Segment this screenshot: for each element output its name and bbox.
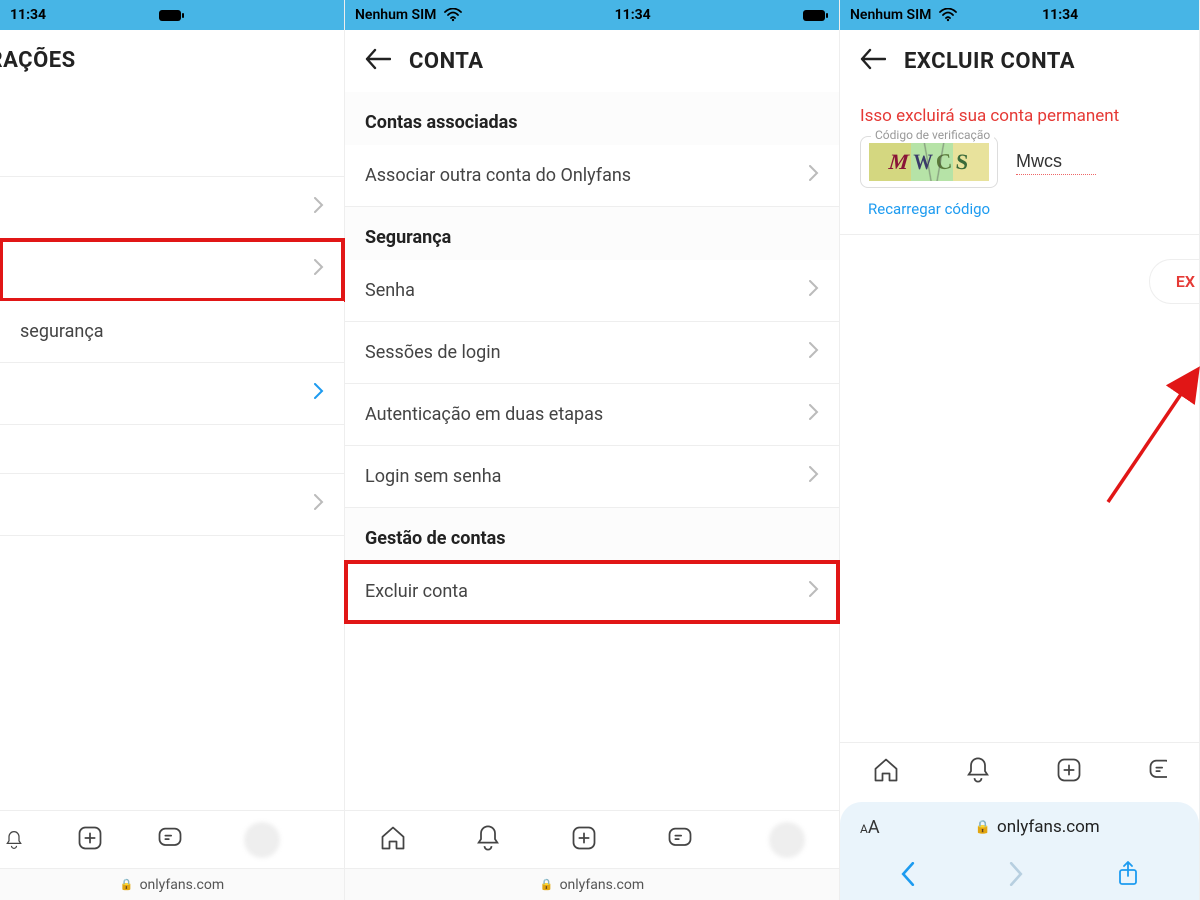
row-delete-account[interactable]: Excluir conta: [345, 561, 839, 623]
browser-back-icon[interactable]: [900, 862, 916, 890]
screenshot-panel-2: Nenhum SIM 11:34 CONTA Contas associadas…: [345, 0, 840, 900]
row-link-other-account[interactable]: Associar outra conta do Onlyfans: [345, 145, 839, 207]
url-text: onlyfans.com: [140, 877, 225, 893]
captcha-letter: C: [935, 148, 954, 176]
chevron-right-icon: [809, 165, 819, 186]
page-header: EXCLUIR CONTA: [840, 30, 1199, 92]
row-password[interactable]: Senha: [345, 260, 839, 322]
list-item-label: Login sem senha: [365, 466, 501, 487]
chevron-right-icon: [809, 466, 819, 487]
plus-square-icon[interactable]: [570, 824, 598, 856]
settings-row-active[interactable]: [0, 363, 344, 425]
home-icon[interactable]: [872, 756, 900, 788]
annotation-arrow-icon: [1100, 360, 1200, 510]
captcha-letter: W: [911, 149, 934, 175]
lock-icon: 🔒: [540, 878, 554, 891]
wifi-icon: [444, 8, 462, 22]
back-arrow-icon[interactable]: [860, 48, 886, 74]
chevron-right-icon: [809, 280, 819, 301]
list-item-label: Associar outra conta do Onlyfans: [365, 165, 631, 186]
list-item-label: Sessões de login: [365, 342, 501, 363]
page-header: CONTA: [345, 30, 839, 92]
captcha-image: M W C S: [869, 143, 989, 181]
bottom-nav: [0, 810, 344, 868]
settings-row-security[interactable]: segurança: [0, 301, 344, 363]
chevron-right-icon: [809, 342, 819, 363]
chevron-right-icon: [314, 197, 324, 218]
browser-url-bar: 🔒 onlyfans.com: [0, 868, 344, 900]
status-time: 11:34: [10, 7, 46, 23]
list-item-label: segurança: [20, 321, 104, 342]
carrier-text: Nenhum SIM: [355, 7, 436, 23]
home-icon[interactable]: [379, 824, 407, 856]
settings-row-profile[interactable]: [0, 91, 344, 177]
safari-url-bar[interactable]: AA 🔒 onlyfans.com: [840, 802, 1199, 852]
text-size-control[interactable]: AA: [860, 817, 880, 838]
screenshot-panel-3: Nenhum SIM 11:34 EXCLUIR CONTA Isso excl…: [840, 0, 1200, 900]
carrier-text: Nenhum SIM: [850, 7, 931, 23]
avatar[interactable]: [244, 822, 280, 858]
bell-icon[interactable]: [964, 756, 992, 788]
back-arrow-icon[interactable]: [365, 48, 391, 74]
status-time: 11:34: [615, 7, 651, 23]
captcha-row: Código de verificação M W C S: [840, 136, 1199, 194]
captcha-input[interactable]: [1016, 149, 1096, 175]
lock-icon: 🔒: [975, 820, 991, 835]
battery-icon: [159, 9, 185, 22]
reload-captcha-link[interactable]: Recarregar código: [840, 194, 1199, 234]
safari-toolbar: [840, 852, 1199, 900]
bell-icon[interactable]: [474, 824, 502, 856]
status-bar: Nenhum SIM 11:34: [345, 0, 839, 30]
captcha-field: Código de verificação M W C S: [860, 136, 998, 188]
screenshot-panel-1: 11:34 GURAÇÕES segurança: [0, 0, 345, 900]
browser-url-bar: 🔒 onlyfans.com: [345, 868, 839, 900]
bottom-nav: [840, 742, 1199, 800]
list-item-label: Autenticação em duas etapas: [365, 404, 603, 425]
chevron-right-icon: [809, 581, 819, 602]
page-header: GURAÇÕES: [0, 30, 344, 91]
section-security: Segurança: [345, 207, 839, 260]
captcha-legend: Código de verificação: [871, 128, 994, 142]
row-login-sessions[interactable]: Sessões de login: [345, 322, 839, 384]
settings-row-highlighted[interactable]: [0, 239, 344, 301]
chevron-right-icon: [314, 494, 324, 515]
chevron-right-icon: [314, 383, 324, 404]
status-time: 11:34: [1042, 7, 1078, 23]
captcha-letter: S: [955, 148, 970, 175]
message-icon[interactable]: [156, 824, 184, 856]
message-icon[interactable]: [666, 824, 694, 856]
battery-icon: [803, 9, 829, 22]
page-title: CONTA: [409, 49, 484, 74]
row-passwordless-login[interactable]: Login sem senha: [345, 446, 839, 508]
share-icon[interactable]: [1117, 861, 1139, 891]
list-item-label: Excluir conta: [365, 581, 468, 602]
bottom-nav: [345, 810, 839, 868]
section-linked-accounts: Contas associadas: [345, 92, 839, 145]
status-bar: 11:34: [0, 0, 344, 30]
wifi-icon: [939, 8, 957, 22]
plus-square-icon[interactable]: [1055, 756, 1083, 788]
browser-forward-icon[interactable]: [1008, 862, 1024, 890]
plus-square-icon[interactable]: [76, 824, 104, 856]
url-text: onlyfans.com: [997, 817, 1100, 837]
bell-icon[interactable]: [4, 826, 24, 854]
page-title: GURAÇÕES: [0, 48, 76, 73]
delete-account-button[interactable]: EX: [1149, 259, 1199, 304]
settings-row-generic[interactable]: [0, 473, 344, 536]
settings-row-account[interactable]: [0, 177, 344, 239]
section-account-management: Gestão de contas: [345, 508, 839, 561]
page-title: EXCLUIR CONTA: [904, 49, 1075, 74]
avatar[interactable]: [769, 822, 805, 858]
row-2fa[interactable]: Autenticação em duas etapas: [345, 384, 839, 446]
chevron-right-icon: [809, 404, 819, 425]
url-text: onlyfans.com: [560, 877, 645, 893]
lock-icon: 🔒: [120, 878, 134, 891]
chevron-right-icon: [314, 259, 324, 280]
captcha-letter: M: [888, 149, 910, 175]
status-bar: Nenhum SIM 11:34: [840, 0, 1199, 30]
message-icon[interactable]: [1147, 756, 1167, 788]
list-item-label: Senha: [365, 280, 415, 301]
